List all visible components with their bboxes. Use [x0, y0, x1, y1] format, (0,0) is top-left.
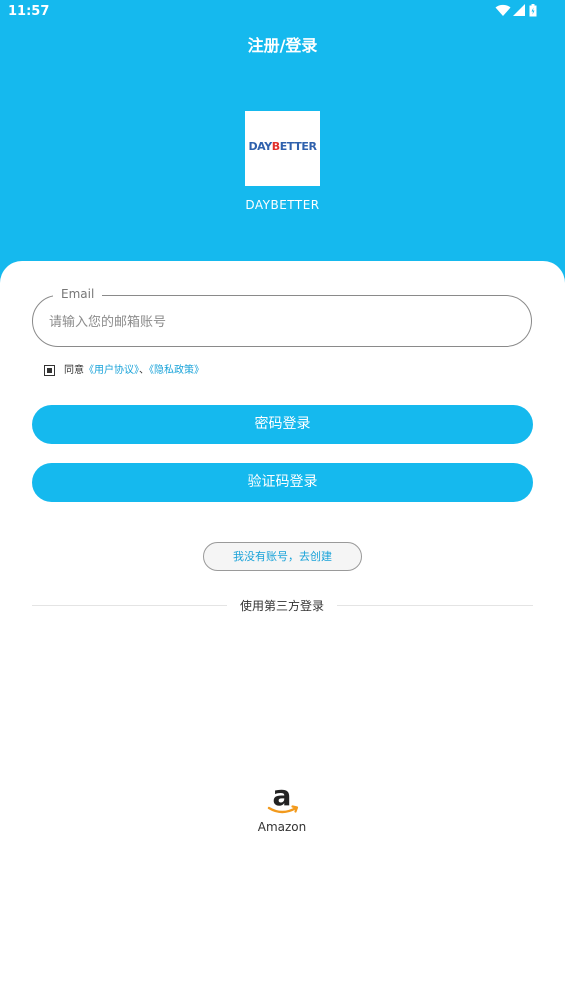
amazon-icon[interactable]: a — [265, 781, 301, 817]
agree-prefix: 同意 — [64, 365, 84, 376]
svg-text:a: a — [273, 781, 292, 812]
agree-checkbox[interactable] — [44, 365, 55, 376]
user-agreement-link[interactable]: 《用户协议》 — [84, 365, 139, 376]
divider-left — [32, 605, 227, 606]
divider-right — [337, 605, 533, 606]
email-input[interactable] — [47, 310, 511, 334]
wifi-icon — [495, 4, 511, 16]
page-title: 注册/登录 — [247, 36, 318, 55]
agree-separator: 、 — [139, 365, 149, 376]
amazon-label: Amazon — [257, 820, 307, 834]
third-party-title: 使用第三方登录 — [239, 599, 324, 613]
signal-icon — [513, 4, 525, 16]
agreement-text: 同意《用户协议》、《隐私政策》 — [64, 363, 204, 379]
privacy-policy-link[interactable]: 《隐私政策》 — [149, 365, 204, 376]
email-field[interactable]: Email — [32, 287, 532, 347]
code-login-button[interactable]: 验证码登录 — [32, 463, 533, 502]
battery-icon — [529, 4, 537, 17]
amazon-login[interactable]: a Amazon — [252, 781, 312, 837]
email-label: Email — [53, 287, 103, 301]
brand-name: DAYBETTER — [245, 198, 320, 212]
logo-wordmark: DAYBETTER — [248, 140, 317, 153]
create-account-button[interactable]: 我没有账号，去创建 — [203, 542, 362, 571]
app-logo: DAYBETTER — [245, 111, 320, 186]
status-bar: 11:57 — [0, 0, 565, 24]
password-login-button[interactable]: 密码登录 — [32, 405, 533, 444]
status-time: 11:57 — [8, 4, 50, 19]
